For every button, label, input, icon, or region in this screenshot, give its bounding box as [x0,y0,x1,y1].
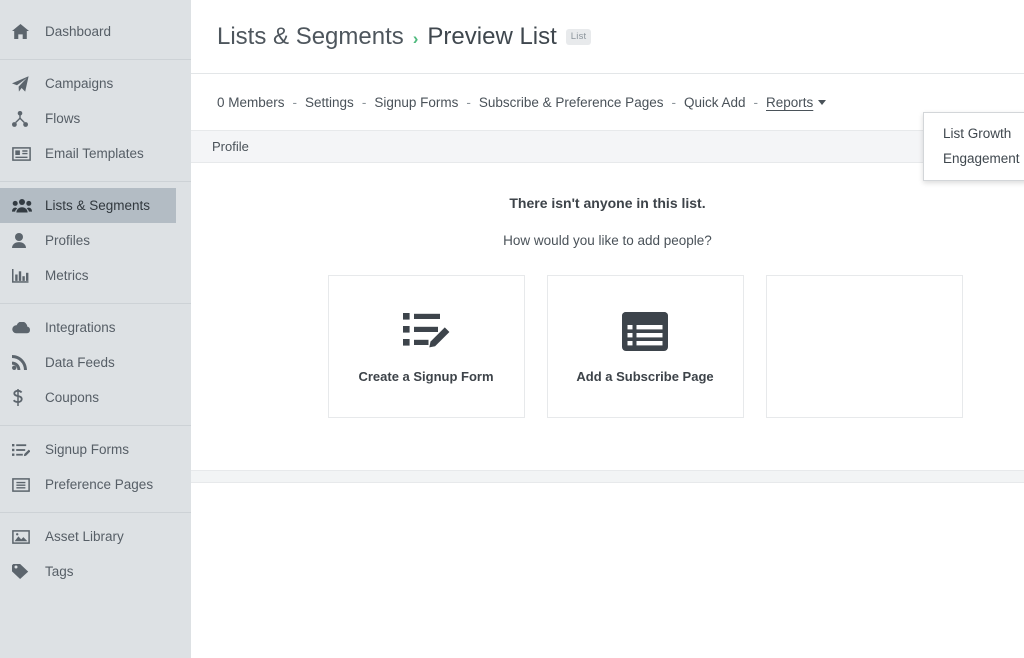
breadcrumb-separator-icon: › [412,28,419,48]
sidebar: Dashboard Campaigns Flows Email Template… [0,0,191,658]
flow-branch-icon [12,110,34,128]
subnav-separator: - [466,94,471,110]
card-label: Add a Subscribe Page [576,369,714,384]
sidebar-item-label: Email Templates [45,146,144,161]
subnav-item-reports[interactable]: Reports [766,95,813,110]
sidebar-item-label: Flows [45,111,81,126]
sidebar-group-data: Integrations Data Feeds Coupons [0,304,191,426]
paper-plane-icon [12,75,34,93]
preference-page-icon [12,476,34,494]
sidebar-item-lists-and-segments[interactable]: Lists & Segments [0,188,176,223]
sidebar-item-profiles[interactable]: Profiles [0,223,176,258]
sidebar-item-label: Metrics [45,268,89,283]
page-title: Preview List [427,22,557,50]
sidebar-item-label: Integrations [45,320,116,335]
subnav-item-subscribe-preference-pages[interactable]: Subscribe & Preference Pages [479,95,664,110]
subscribe-page-icon [622,309,668,353]
sub-navigation: 0 Members - Settings - Signup Forms - Su… [191,74,1024,130]
breadcrumb: Lists & Segments › Preview List List [217,22,592,51]
third-card-partial[interactable] [765,275,963,418]
reports-dropdown-menu: List Growth Engagement [923,112,1024,181]
add-subscribe-page-card[interactable]: Add a Subscribe Page [546,275,744,418]
sidebar-item-data-feeds[interactable]: Data Feeds [0,345,176,380]
sidebar-item-campaigns[interactable]: Campaigns [0,66,176,101]
sidebar-group-forms: Signup Forms Preference Pages [0,426,191,513]
sidebar-group-main: Dashboard [0,8,191,60]
sidebar-item-label: Dashboard [45,24,112,39]
list-with-pencil-icon [402,309,450,353]
create-signup-form-card[interactable]: Create a Signup Form [327,275,525,418]
empty-state: There isn't anyone in this list. How wou… [191,163,1024,418]
dollar-sign-icon [12,389,34,407]
sidebar-item-tags[interactable]: Tags [0,554,176,589]
sidebar-item-label: Signup Forms [45,442,130,457]
sidebar-item-label: Coupons [45,390,100,405]
sidebar-item-label: Tags [45,564,74,579]
sidebar-group-assets: Asset Library Tags [0,513,191,599]
rss-feed-icon [12,354,34,372]
main-content: Lists & Segments › Preview List List 0 M… [191,0,1024,658]
empty-state-subtitle: How would you like to add people? [503,233,712,248]
person-icon [12,232,34,250]
subnav-item-settings[interactable]: Settings [305,95,354,110]
menu-item-engagement[interactable]: Engagement [924,146,1024,171]
content-footer-band [191,470,1024,483]
table-header-row: Profile [191,130,1024,163]
sidebar-item-asset-library[interactable]: Asset Library [0,519,176,554]
page-header: Lists & Segments › Preview List List [191,0,1024,74]
app-root: Dashboard Campaigns Flows Email Template… [0,0,1024,658]
breadcrumb-parent-link[interactable]: Lists & Segments [217,23,404,51]
subnav-separator: - [753,94,759,110]
subnav-item-quick-add[interactable]: Quick Add [684,95,746,110]
sidebar-item-label: Campaigns [45,76,114,91]
sidebar-item-dashboard[interactable]: Dashboard [0,14,176,49]
image-library-icon [12,528,34,546]
empty-state-title: There isn't anyone in this list. [509,195,706,211]
sidebar-item-flows[interactable]: Flows [0,101,176,136]
subnav-item-signup-forms[interactable]: Signup Forms [374,95,458,110]
tag-icon [12,563,34,581]
signup-form-icon [12,441,34,459]
sidebar-group-messaging: Campaigns Flows Email Templates [0,60,191,182]
sidebar-item-metrics[interactable]: Metrics [0,258,176,293]
menu-item-list-growth[interactable]: List Growth [924,121,1024,146]
status-badge: List [565,28,592,45]
sidebar-item-preference-pages[interactable]: Preference Pages [0,467,176,502]
empty-state-card-list: Create a Signup Form Add a Subscribe Pag… [191,275,1024,418]
card-label: Create a Signup Form [358,369,494,384]
sidebar-item-label: Asset Library [45,529,124,544]
subnav-separator: - [292,94,298,110]
sidebar-item-label: Preference Pages [45,477,154,492]
subnav-item-members[interactable]: 0 Members [217,95,285,110]
email-template-icon [12,145,34,163]
chevron-down-icon[interactable] [818,99,827,105]
sidebar-item-label: Profiles [45,233,91,248]
bar-chart-icon [12,267,34,285]
cloud-icon [12,319,34,337]
sidebar-item-label: Data Feeds [45,355,115,370]
sidebar-item-integrations[interactable]: Integrations [0,310,176,345]
home-icon [12,23,34,41]
sidebar-group-audience: Lists & Segments Profiles Metrics [0,182,191,304]
table-column-profile[interactable]: Profile [212,139,249,154]
sidebar-item-email-templates[interactable]: Email Templates [0,136,176,171]
subnav-item-reports-label: Reports [766,94,814,110]
subnav-separator: - [671,94,676,110]
sidebar-item-coupons[interactable]: Coupons [0,380,176,415]
people-group-icon [12,197,34,215]
sidebar-item-signup-forms[interactable]: Signup Forms [0,432,176,467]
sidebar-item-label: Lists & Segments [45,198,151,213]
subnav-separator: - [361,94,367,110]
